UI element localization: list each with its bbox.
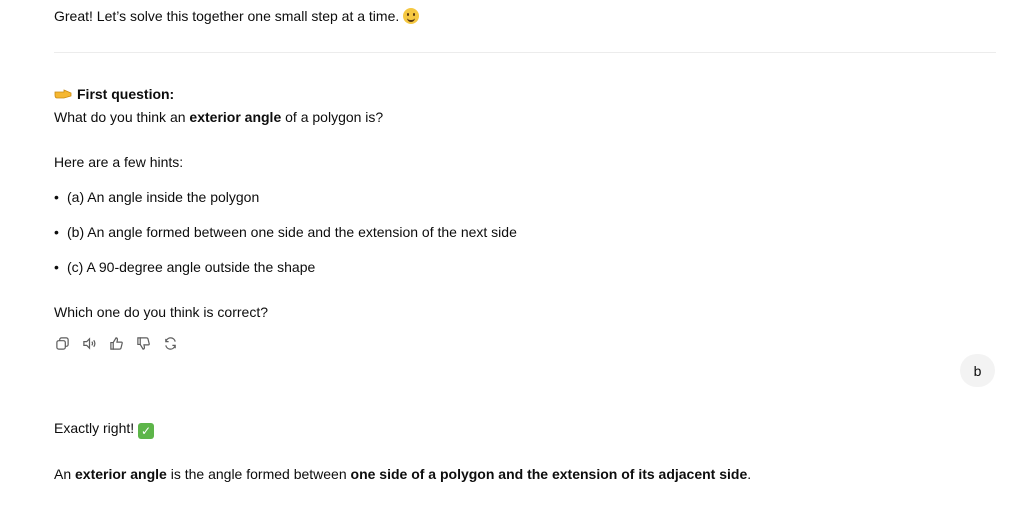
smiling-face-icon [403, 8, 420, 24]
intro-text: Great! Let’s solve this together one sma… [54, 8, 400, 24]
verdict-line: Exactly right! ✓ [54, 418, 155, 439]
message-divider [54, 52, 996, 53]
hint-item: • (b) An angle formed between one side an… [54, 222, 517, 242]
def-bold-term: exterior angle [75, 466, 167, 482]
question-heading-text: First question: [77, 86, 175, 102]
user-message-bubble: b [960, 354, 995, 387]
thumbs-down-icon[interactable] [135, 335, 152, 352]
hint-item: • (c) A 90-degree angle outside the shape [54, 257, 315, 277]
def-pre: An [54, 466, 76, 482]
assistant-intro-text: Great! Let’s solve this together one sma… [54, 6, 420, 26]
hint-text: (c) A 90-degree angle outside the shape [67, 259, 316, 275]
message-actions [54, 335, 179, 352]
check-mark-icon: ✓ [138, 423, 155, 439]
regenerate-icon[interactable] [162, 335, 179, 352]
def-bold-definition: one side of a polygon and the extension … [350, 466, 748, 482]
definition-text: An exterior angle is the angle formed be… [54, 464, 751, 484]
thumbs-up-icon[interactable] [108, 335, 125, 352]
def-mid: is the angle formed between [166, 466, 351, 482]
hints-label: Here are a few hints: [54, 154, 184, 170]
question-post: of a polygon is? [281, 109, 384, 125]
verdict-text: Exactly right! [54, 420, 135, 436]
hint-text: (b) An angle formed between one side and… [67, 224, 517, 240]
user-message-text: b [973, 362, 982, 379]
bullet-dot: • [54, 224, 59, 240]
question-heading: First question: [54, 84, 174, 104]
hint-text: (a) An angle inside the polygon [67, 189, 260, 205]
bullet-dot: • [54, 259, 59, 275]
closing-question: Which one do you think is correct? [54, 304, 268, 320]
question-bold: exterior angle [189, 109, 282, 125]
copy-icon[interactable] [54, 335, 71, 352]
read-aloud-icon[interactable] [81, 335, 98, 352]
bullet-dot: • [54, 189, 59, 205]
question-pre: What do you think an [54, 109, 190, 125]
pointing-hand-icon [54, 89, 72, 99]
question-text: What do you think an exterior angle of a… [54, 107, 383, 127]
def-post: . [747, 466, 752, 482]
hint-item: • (a) An angle inside the polygon [54, 187, 259, 207]
